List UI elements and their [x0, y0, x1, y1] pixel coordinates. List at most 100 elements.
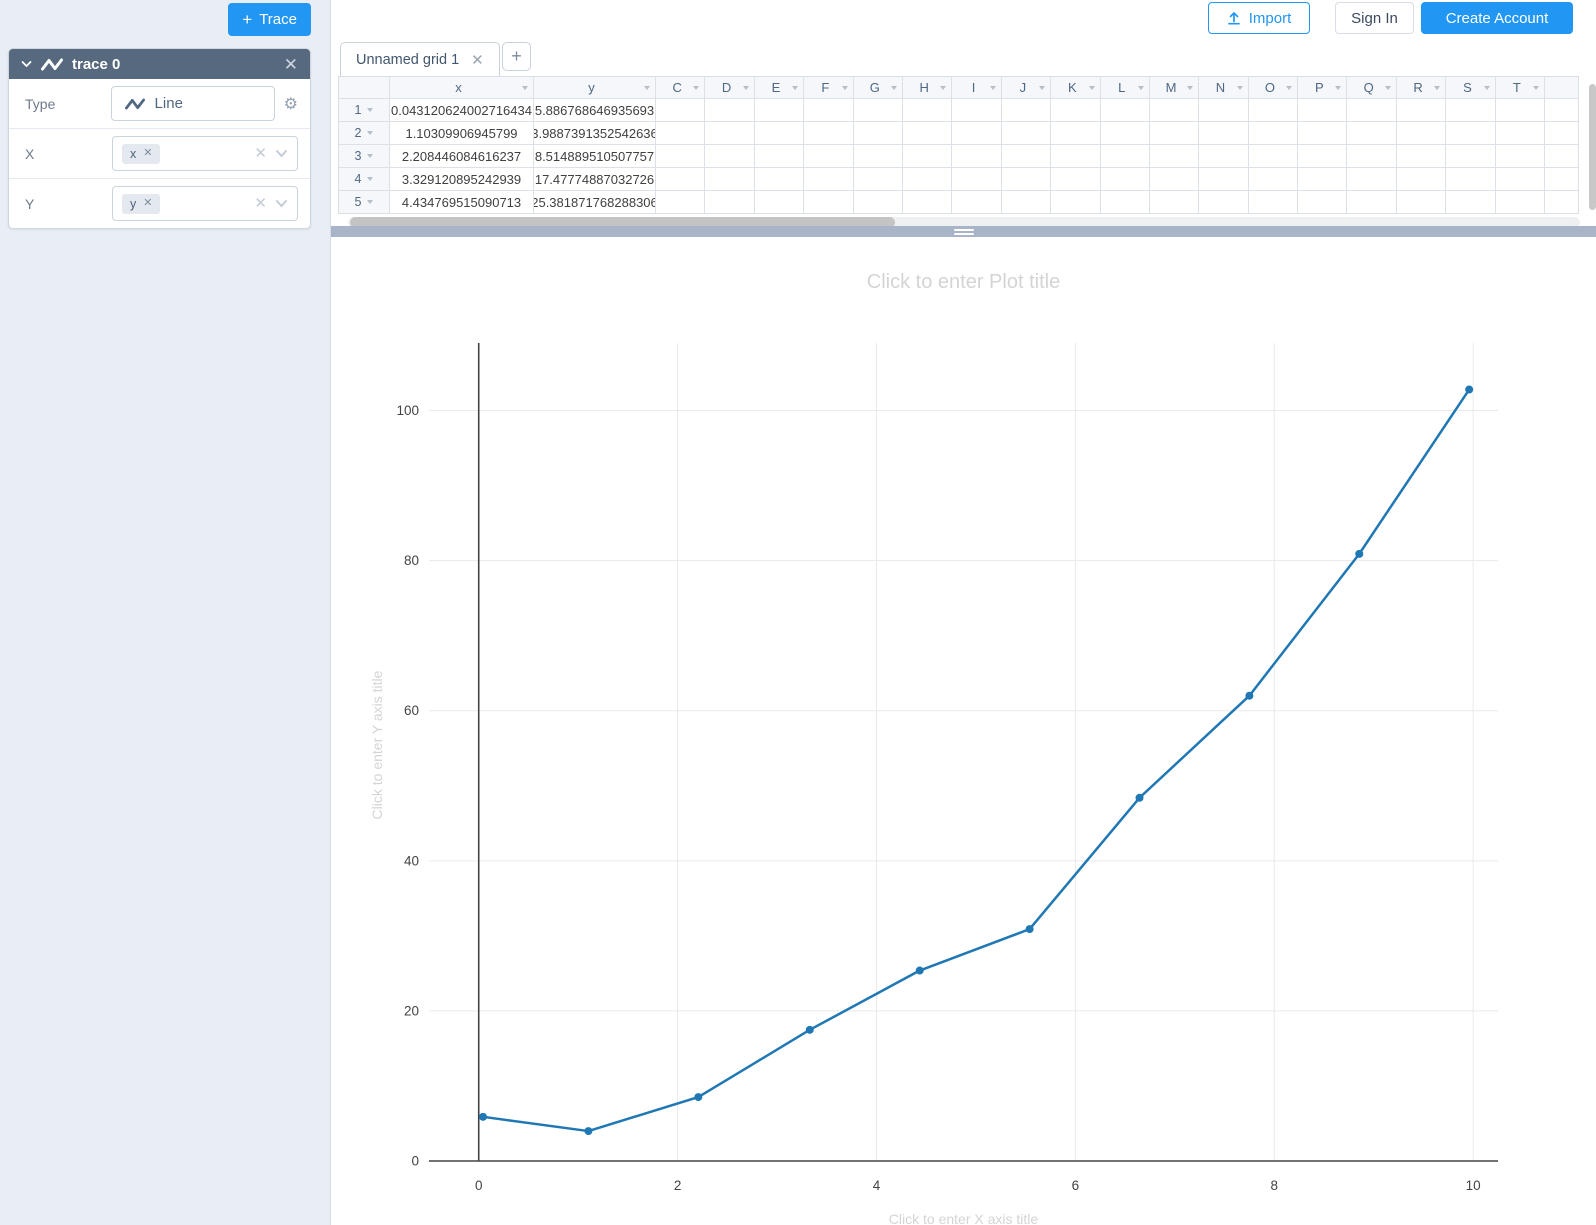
column-menu-icon[interactable] [1434, 85, 1441, 90]
grid-cell[interactable] [1100, 145, 1150, 168]
column-header-D[interactable]: D [705, 76, 755, 99]
row-number-cell[interactable]: 4 [338, 168, 390, 191]
clear-icon[interactable]: ✕ [254, 146, 267, 161]
grid-cell[interactable] [853, 145, 903, 168]
grid-cell[interactable] [952, 122, 1002, 145]
column-header-H[interactable]: H [902, 76, 953, 99]
column-menu-icon[interactable] [890, 85, 897, 90]
grid-cell[interactable] [1396, 168, 1447, 191]
grid-cell[interactable]: 3.329120895242939 [390, 168, 534, 191]
grid-cell[interactable] [1248, 168, 1299, 191]
grid-cell[interactable] [754, 145, 805, 168]
chevron-down-icon[interactable] [275, 199, 288, 208]
trace-type-select[interactable]: Line [110, 86, 275, 121]
grid-cell[interactable] [804, 99, 854, 122]
grid-cell[interactable] [804, 145, 854, 168]
create-account-button[interactable]: Create Account [1421, 2, 1573, 34]
grid-cell[interactable] [656, 145, 706, 168]
remove-x-token-icon[interactable]: ✕ [143, 148, 152, 159]
grid-cell[interactable] [1100, 191, 1150, 214]
grid-cell[interactable] [1396, 145, 1447, 168]
column-header-G[interactable]: G [853, 76, 903, 99]
grid-cell[interactable] [1051, 168, 1101, 191]
grid-cell[interactable] [1051, 145, 1101, 168]
grid-cell[interactable] [1149, 168, 1200, 191]
grid-vertical-scrollbar-thumb[interactable] [1589, 84, 1596, 210]
grid-cell[interactable]: 3.9887391352542636 [534, 122, 656, 145]
grid-cell[interactable] [1298, 99, 1348, 122]
grid-cell[interactable] [1298, 122, 1348, 145]
column-menu-icon[interactable] [644, 85, 650, 90]
grid-cell[interactable] [1199, 99, 1249, 122]
grid-cell[interactable]: 17.47774887032726 [534, 168, 656, 191]
grid-cell[interactable] [1495, 99, 1546, 122]
grid-cell[interactable] [656, 168, 706, 191]
grid-cell[interactable] [705, 122, 755, 145]
grid-cell[interactable] [1248, 145, 1299, 168]
column-header-x[interactable]: x [390, 76, 534, 99]
row-number-cell[interactable]: 2 [338, 122, 390, 145]
column-header-P[interactable]: P [1298, 76, 1348, 99]
grid-cell[interactable] [1199, 122, 1249, 145]
grid-cell[interactable] [1446, 122, 1496, 145]
grid-cell[interactable] [1396, 99, 1447, 122]
y-axis-title-placeholder[interactable]: Click to enter Y axis title [369, 671, 385, 820]
grid-cell[interactable] [1248, 122, 1299, 145]
grid-cell[interactable] [853, 191, 903, 214]
grid-cell[interactable] [1298, 191, 1348, 214]
grid-cell[interactable] [1396, 122, 1447, 145]
plot-title-placeholder[interactable]: Click to enter Plot title [331, 271, 1596, 294]
grid-cell[interactable] [1446, 168, 1496, 191]
grid-cell[interactable] [1347, 168, 1397, 191]
sign-in-button[interactable]: Sign In [1335, 2, 1414, 34]
column-menu-icon[interactable] [989, 85, 996, 90]
grid-cell[interactable] [754, 99, 805, 122]
column-menu-icon[interactable] [1384, 85, 1391, 90]
grid-cell[interactable] [1396, 191, 1447, 214]
column-menu-icon[interactable] [1533, 85, 1540, 90]
grid-cell[interactable] [1001, 191, 1052, 214]
chevron-down-icon[interactable] [21, 60, 32, 68]
grid-cell[interactable] [1149, 99, 1200, 122]
grid-cell[interactable] [1347, 145, 1397, 168]
column-header-L[interactable]: L [1100, 76, 1150, 99]
grid-cell[interactable] [656, 191, 706, 214]
column-menu-icon[interactable] [1187, 85, 1194, 90]
column-menu-icon[interactable] [1483, 85, 1490, 90]
chevron-down-icon[interactable] [275, 149, 288, 158]
column-menu-icon[interactable] [1137, 85, 1144, 90]
grid-cell[interactable] [1100, 99, 1150, 122]
y-token-chip[interactable]: y ✕ [121, 193, 161, 214]
grid-cell[interactable] [1149, 191, 1200, 214]
column-menu-icon[interactable] [841, 85, 848, 90]
grid-cell[interactable] [705, 191, 755, 214]
column-header-I[interactable]: I [952, 76, 1002, 99]
column-header-N[interactable]: N [1199, 76, 1249, 99]
grid-cell[interactable] [952, 191, 1002, 214]
grid-cell[interactable]: 0.043120624002716434 [390, 99, 534, 122]
grid-cell[interactable] [1248, 191, 1299, 214]
grid-cell[interactable] [804, 168, 854, 191]
column-header-F[interactable]: F [804, 76, 854, 99]
column-menu-icon[interactable] [940, 85, 947, 90]
row-menu-icon[interactable] [367, 177, 374, 181]
grid-cell[interactable] [754, 168, 805, 191]
grid-cell[interactable]: 5.886768646935693 [534, 99, 656, 122]
grid-cell[interactable] [952, 168, 1002, 191]
row-menu-icon[interactable] [367, 108, 374, 112]
add-grid-tab-button[interactable]: + [502, 42, 531, 71]
grid-cell[interactable] [1298, 145, 1348, 168]
gear-icon[interactable]: ⚙ [284, 94, 298, 114]
grid-cell[interactable]: 2.208446084616237 [390, 145, 534, 168]
grid-cell[interactable] [1149, 122, 1200, 145]
close-icon[interactable]: ✕ [284, 56, 298, 73]
x-column-select[interactable]: x ✕ ✕ [111, 136, 298, 171]
grid-cell[interactable] [902, 145, 953, 168]
add-trace-button[interactable]: + Trace [228, 3, 311, 36]
grid-cell[interactable] [1446, 99, 1496, 122]
grid-cell[interactable] [1199, 168, 1249, 191]
import-button[interactable]: Import [1208, 2, 1310, 34]
grid-cell[interactable] [754, 191, 805, 214]
grid-cell[interactable] [656, 99, 706, 122]
x-token-chip[interactable]: x ✕ [121, 143, 161, 164]
